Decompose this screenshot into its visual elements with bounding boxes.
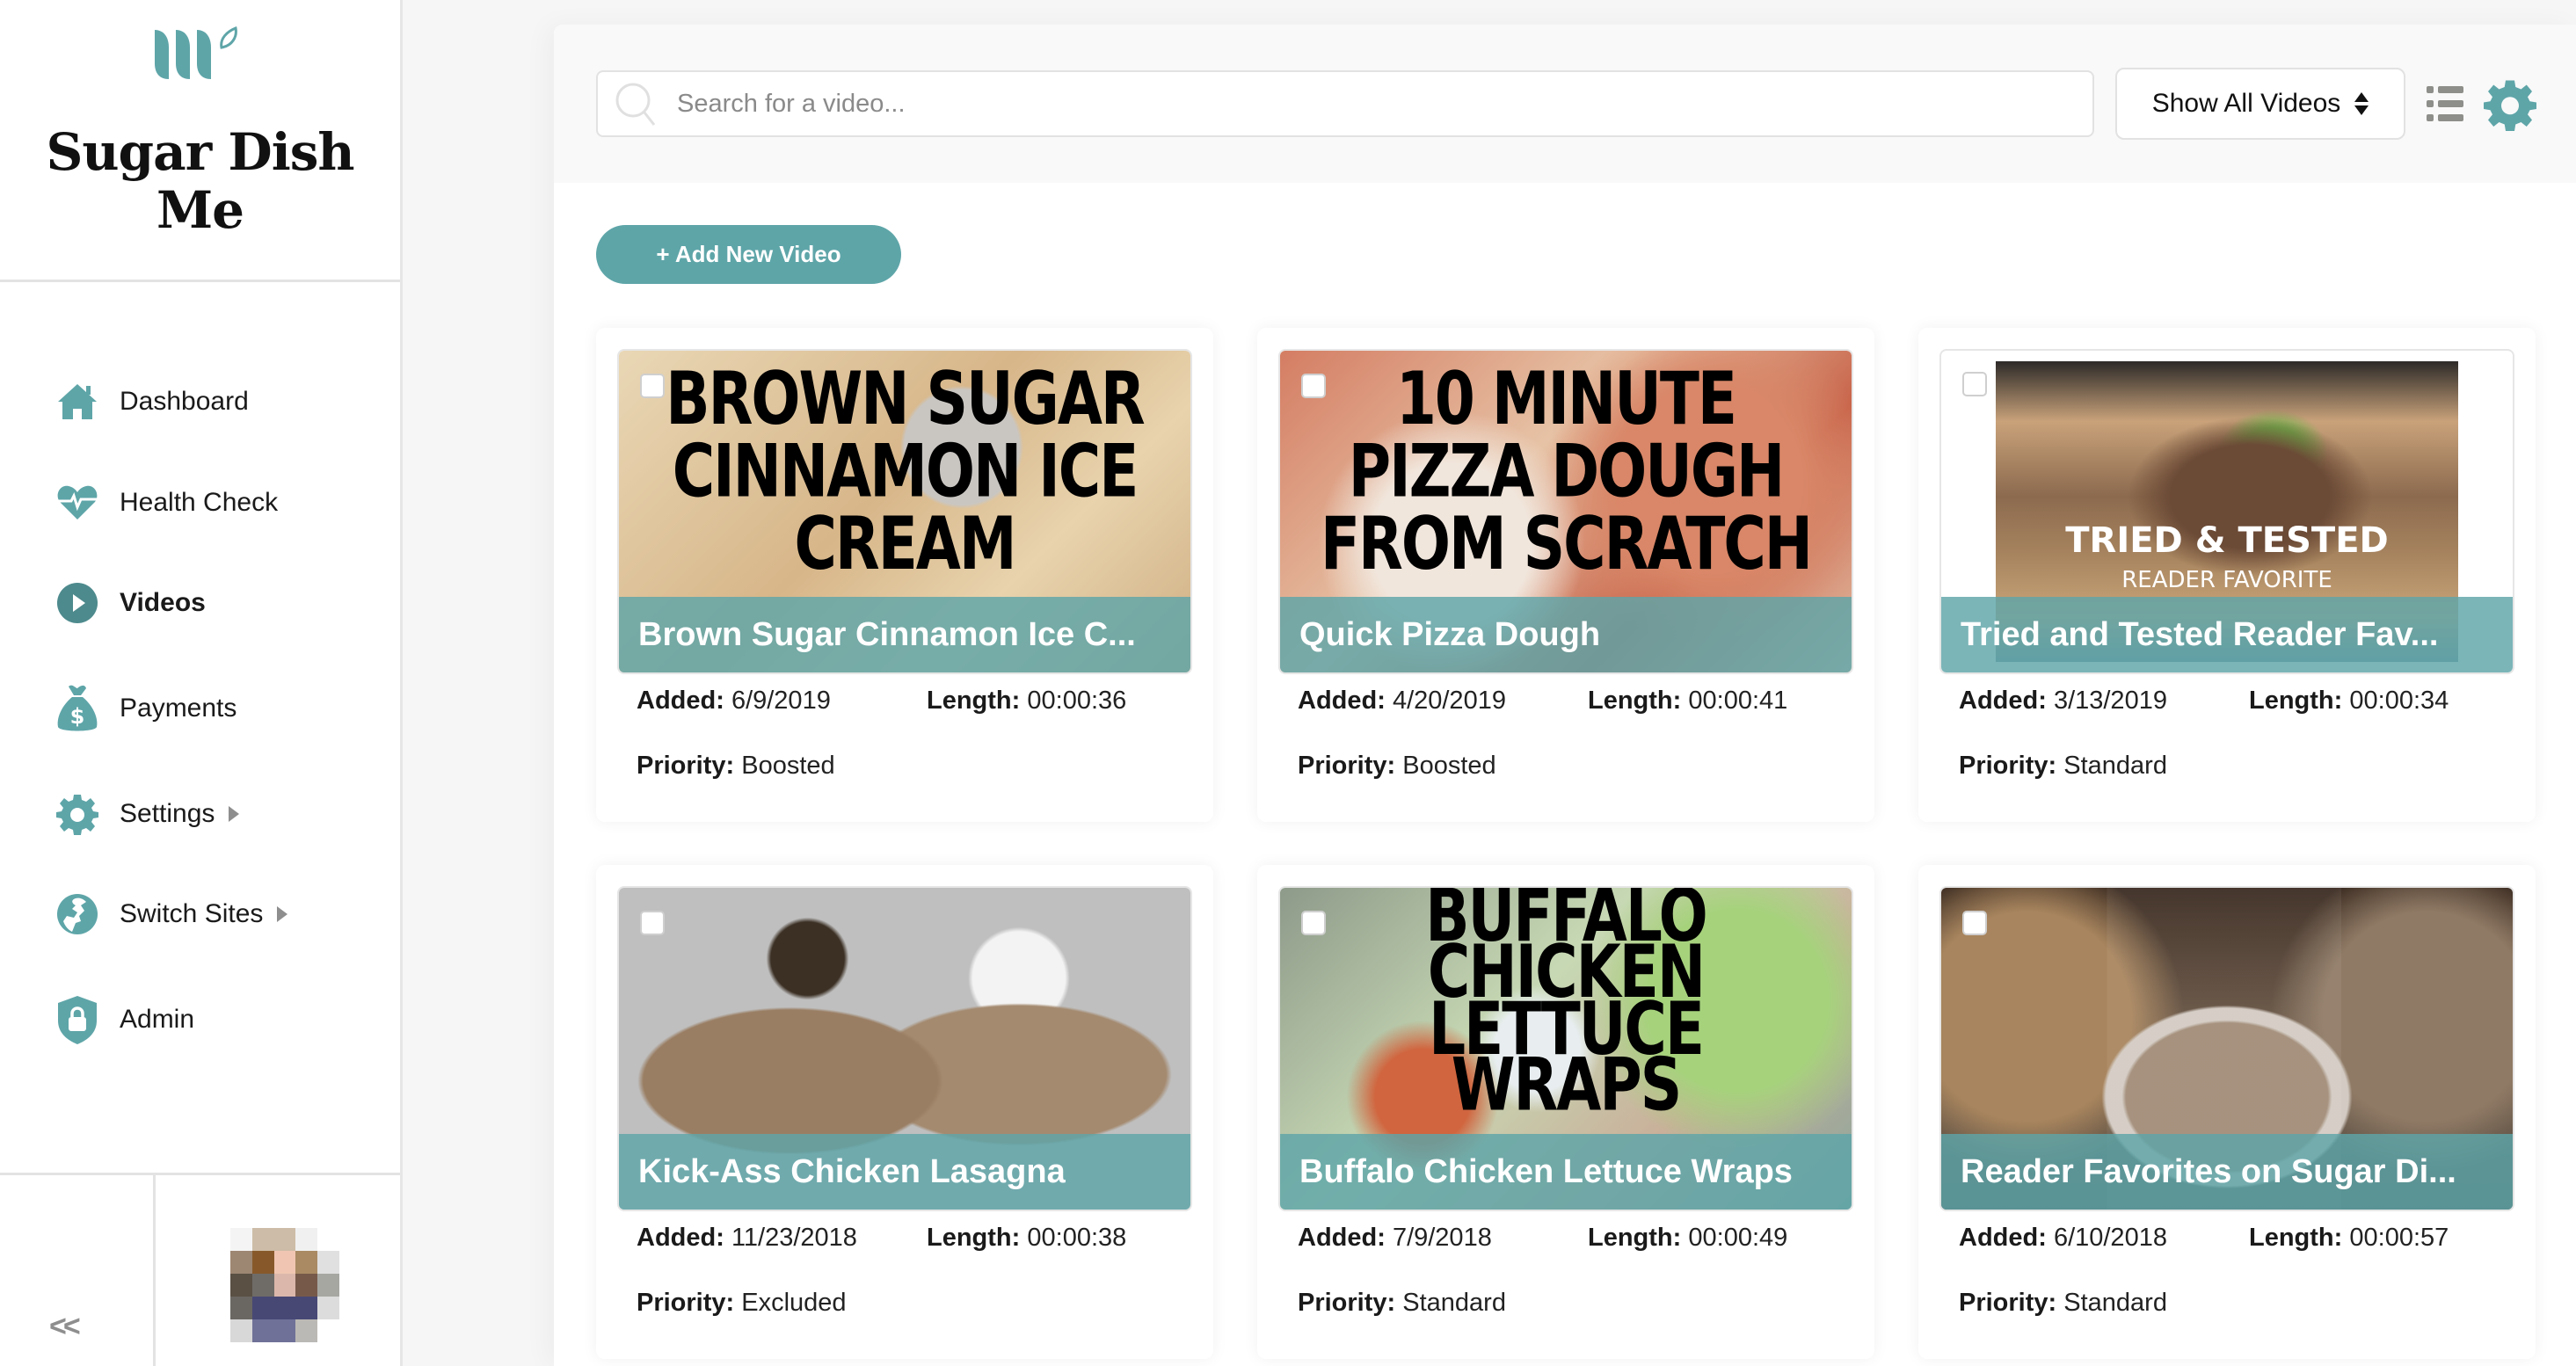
video-thumbnail[interactable]: 10 MINUTE PIZZA DOUGH FROM SCRATCH Quick P… — [1278, 349, 1853, 674]
video-thumbnail[interactable]: Kick-Ass Chicken Lasagna — [617, 886, 1192, 1211]
video-title: Brown Sugar Cinnamon Ice C... — [638, 615, 1136, 653]
search-icon — [615, 83, 656, 126]
sidebar-item-health-check[interactable]: Health Check — [55, 476, 278, 529]
video-added: Added: 3/13/2019 — [1959, 687, 2167, 715]
sidebar-item-label: Payments — [120, 694, 237, 723]
sidebar-vertical-divider — [153, 1174, 156, 1366]
sidebar-item-label: Health Check — [120, 488, 279, 517]
home-icon — [55, 379, 100, 425]
add-new-video-button[interactable]: + Add New Video — [596, 225, 901, 284]
money-bag-icon: $ — [55, 685, 100, 731]
video-title: Tried and Tested Reader Fav... — [1961, 615, 2439, 653]
sidebar-item-settings[interactable]: Settings — [55, 788, 240, 840]
video-priority: Priority: Boosted — [1298, 752, 1496, 780]
search-box[interactable] — [596, 70, 2094, 137]
video-priority: Priority: Standard — [1959, 752, 2167, 780]
select-checkbox[interactable] — [1962, 372, 1987, 396]
toolbar: Show All Videos — [554, 25, 2576, 183]
video-added: Added: 6/9/2019 — [637, 687, 831, 715]
thumbnail-text: 10 MINUTE PIZZA DOUGH FROM SCRATCH — [1320, 356, 1813, 586]
gear-icon — [55, 791, 100, 837]
video-priority: Priority: Boosted — [637, 752, 835, 780]
video-priority: Priority: Excluded — [637, 1289, 847, 1317]
video-title: Reader Favorites on Sugar Di... — [1961, 1152, 2456, 1190]
video-title-band: Quick Pizza Dough — [1280, 597, 1852, 672]
avatar[interactable] — [230, 1228, 339, 1342]
video-thumbnail[interactable]: BUFFALO CHICKEN LETTUCE WRAPS Buffalo Chick… — [1278, 886, 1853, 1211]
video-priority: Priority: Standard — [1959, 1289, 2167, 1317]
video-filter-select[interactable]: Show All Videos — [2115, 68, 2405, 140]
sidebar-item-admin[interactable]: Admin — [55, 993, 194, 1046]
video-thumbnail[interactable]: TRIED & TESTED READER FAVORITE Tried and … — [1939, 349, 2514, 674]
video-added: Added: 11/23/2018 — [637, 1224, 857, 1252]
select-checkbox[interactable] — [640, 374, 665, 398]
sidebar-item-switch-sites[interactable]: Switch Sites — [55, 888, 288, 941]
caret-right-icon — [229, 806, 240, 822]
list-icon[interactable] — [2427, 84, 2463, 123]
sidebar-item-videos[interactable]: Videos — [55, 577, 206, 629]
select-checkbox[interactable] — [1301, 374, 1326, 398]
heartbeat-icon — [55, 480, 100, 526]
thumbnail-text: TRIED & TESTED READER FAVORITE — [2065, 520, 2389, 593]
globe-icon — [55, 891, 100, 937]
gear-icon[interactable] — [2484, 77, 2536, 132]
video-card[interactable]: Kick-Ass Chicken Lasagna Added: 11/23/20… — [596, 865, 1213, 1359]
collapse-sidebar-button[interactable]: << — [49, 1310, 81, 1344]
shield-lock-icon — [55, 996, 100, 1044]
video-card[interactable]: 10 MINUTE PIZZA DOUGH FROM SCRATCH Quick P… — [1257, 328, 1874, 822]
main-panel: Show All Videos + Add New Video BROWN SU… — [554, 25, 2576, 1366]
thumbnail-text: BROWN SUGAR CINNAMON ICE CREAM — [666, 356, 1145, 586]
video-thumbnail[interactable]: BROWN SUGAR CINNAMON ICE CREAM Brown Sugar… — [617, 349, 1192, 674]
sort-arrows-icon — [2354, 92, 2369, 115]
leaf-m-logo-icon — [155, 25, 237, 79]
video-title-band: Tried and Tested Reader Fav... — [1941, 597, 2513, 672]
brand-name: Sugar Dish Me — [46, 122, 354, 240]
sidebar-divider — [0, 280, 400, 282]
video-title: Kick-Ass Chicken Lasagna — [638, 1152, 1066, 1190]
video-title: Quick Pizza Dough — [1299, 615, 1601, 653]
video-title-band: Kick-Ass Chicken Lasagna — [619, 1134, 1190, 1210]
video-length: Length: 00:00:41 — [1588, 687, 1788, 715]
video-title-band: Reader Favorites on Sugar Di... — [1941, 1134, 2513, 1210]
video-added: Added: 6/10/2018 — [1959, 1224, 2167, 1252]
sidebar-item-label: Switch Sites — [120, 899, 264, 928]
video-title: Buffalo Chicken Lettuce Wraps — [1299, 1152, 1793, 1190]
video-card[interactable]: Reader Favorites on Sugar Di... Added: 6… — [1918, 865, 2536, 1359]
select-checkbox[interactable] — [1301, 911, 1326, 935]
video-added: Added: 7/9/2018 — [1298, 1224, 1492, 1252]
select-checkbox[interactable] — [1962, 911, 1987, 935]
video-thumbnail[interactable]: Reader Favorites on Sugar Di... — [1939, 886, 2514, 1211]
video-length: Length: 00:00:34 — [2249, 687, 2449, 715]
thumbnail-text: BUFFALO CHICKEN LETTUCE WRAPS — [1425, 886, 1707, 1129]
caret-right-icon — [277, 906, 288, 922]
sidebar-bottom-divider — [0, 1173, 400, 1175]
video-length: Length: 00:00:38 — [927, 1224, 1127, 1252]
sidebar-item-label: Dashboard — [120, 387, 249, 416]
search-input[interactable] — [677, 89, 1996, 119]
video-priority: Priority: Standard — [1298, 1289, 1506, 1317]
video-card[interactable]: BUFFALO CHICKEN LETTUCE WRAPS Buffalo Chick… — [1257, 865, 1874, 1359]
sidebar: Sugar Dish Me Dashboard Health Check Vid… — [0, 0, 403, 1366]
sidebar-item-payments[interactable]: $ Payments — [55, 682, 236, 735]
video-filter-value: Show All Videos — [2151, 89, 2341, 118]
sidebar-item-label: Videos — [120, 588, 206, 617]
play-circle-icon — [55, 580, 100, 626]
video-card[interactable]: BROWN SUGAR CINNAMON ICE CREAM Brown Sugar… — [596, 328, 1213, 822]
video-length: Length: 00:00:49 — [1588, 1224, 1788, 1252]
video-length: Length: 00:00:36 — [927, 687, 1127, 715]
video-length: Length: 00:00:57 — [2249, 1224, 2449, 1252]
svg-text:$: $ — [70, 704, 85, 729]
video-title-band: Buffalo Chicken Lettuce Wraps — [1280, 1134, 1852, 1210]
select-checkbox[interactable] — [640, 911, 665, 935]
sidebar-item-label: Admin — [120, 1005, 195, 1034]
video-added: Added: 4/20/2019 — [1298, 687, 1506, 715]
sidebar-item-dashboard[interactable]: Dashboard — [55, 375, 249, 428]
video-card[interactable]: TRIED & TESTED READER FAVORITE Tried and … — [1918, 328, 2536, 822]
sidebar-item-label: Settings — [120, 799, 215, 828]
video-title-band: Brown Sugar Cinnamon Ice C... — [619, 597, 1190, 672]
